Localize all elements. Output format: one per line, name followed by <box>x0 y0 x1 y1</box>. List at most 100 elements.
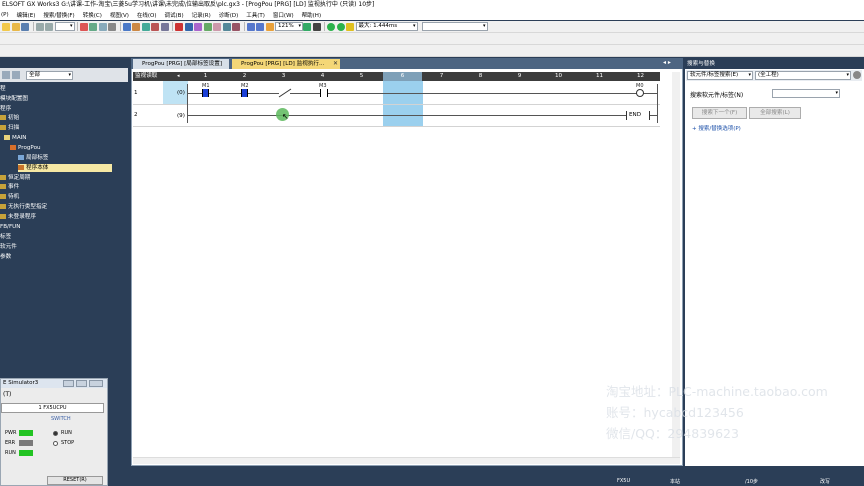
menu-item-diagnose[interactable]: 诊断(D) <box>219 11 239 19</box>
separator <box>32 22 34 31</box>
folder-icon <box>0 125 6 130</box>
contact-m1[interactable] <box>202 89 209 97</box>
search-device-input[interactable] <box>772 89 840 98</box>
menu-item-view[interactable]: 视图(V) <box>110 11 129 19</box>
zoom-select[interactable]: 121% <box>275 22 303 31</box>
paste-icon[interactable] <box>98 22 107 31</box>
menu-item-tools[interactable]: 工具(T) <box>246 11 265 19</box>
device-icon[interactable] <box>194 22 202 31</box>
ladder-column-header: 监视读取 ◂ 1 2 3 4 5 6 7 8 9 10 11 12 <box>133 72 660 81</box>
nav-item-standby[interactable]: 待机 <box>0 193 19 201</box>
save-icon[interactable] <box>21 22 29 31</box>
zoom-out-icon[interactable] <box>256 22 264 31</box>
right-power-rail <box>657 84 658 123</box>
menu-item-window[interactable]: 窗口(W) <box>273 11 294 19</box>
search-all-button[interactable]: 全部搜索(L) <box>749 107 801 119</box>
tree-icon[interactable] <box>12 71 20 79</box>
nav-item-unregistered[interactable]: 未登录程序 <box>0 213 36 221</box>
nav-item-program[interactable]: 程序 <box>0 105 11 113</box>
stop-radio[interactable] <box>53 441 58 446</box>
nav-item-fb-fun[interactable]: FB/FUN <box>0 223 20 231</box>
warning-icon[interactable] <box>346 22 354 31</box>
nav-item-labels[interactable]: 标签 <box>0 233 11 241</box>
close-button[interactable] <box>89 380 103 387</box>
nav-item-module-config[interactable]: 模块配置图 <box>0 95 28 103</box>
nav-item-no-type[interactable]: 无执行类型指定 <box>0 203 47 211</box>
zoom-icon[interactable] <box>265 22 274 31</box>
menu-item-record[interactable]: 记录(R) <box>192 11 211 19</box>
contact-m3[interactable] <box>320 89 328 97</box>
tab-local-labels[interactable]: ProgPou [PRG] [局部标签设置] <box>133 59 229 69</box>
redo-icon[interactable] <box>45 22 53 31</box>
menu-item-edit[interactable]: 编辑(E) <box>17 11 36 19</box>
search-scope-select[interactable]: (全工程) <box>755 71 851 80</box>
menu-item-online[interactable]: 在线(O) <box>137 11 157 19</box>
nav-item-main[interactable]: MAIN <box>4 134 27 142</box>
column-number: 4 <box>320 73 325 79</box>
nav-item-event[interactable]: 事件 <box>0 183 19 191</box>
wire <box>643 93 657 94</box>
tab-scroll-icon[interactable]: ◂ ▸ <box>663 59 671 66</box>
minimize-button[interactable] <box>63 380 74 387</box>
copy-icon[interactable] <box>89 22 97 31</box>
tab-ladder[interactable]: ProgPou [PRG] [LD] 监视执行... <box>232 59 340 69</box>
ok-icon[interactable] <box>327 22 335 31</box>
monitor-start-icon[interactable] <box>151 22 159 31</box>
pointer-icon: ↖ <box>282 112 289 121</box>
cut-icon[interactable] <box>79 22 88 31</box>
run-icon[interactable] <box>303 22 311 31</box>
nav-item[interactable]: 程 <box>0 85 6 93</box>
scan-play-icon[interactable] <box>312 22 321 31</box>
open-icon[interactable] <box>11 22 20 31</box>
undo-icon[interactable] <box>35 22 44 31</box>
simulator-menu[interactable]: (T) <box>3 391 11 398</box>
search-options-link[interactable]: + 搜索/替换选项(P) <box>692 124 741 132</box>
nav-item-initial[interactable]: 初始 <box>0 114 19 122</box>
delete-icon[interactable] <box>108 22 116 31</box>
nav-item-parameters[interactable]: 参数 <box>0 253 11 261</box>
nav-filter-select[interactable]: 全部 <box>26 71 73 80</box>
monitor-stop-icon[interactable] <box>160 22 169 31</box>
target-combo[interactable] <box>54 22 75 31</box>
watermark-shop: 淘宝地址：PLC-machine.taobao.com <box>606 384 828 399</box>
zoom-in-icon[interactable] <box>246 22 255 31</box>
menu-item-search[interactable]: 搜索/替换(F) <box>43 11 74 19</box>
write-plc-icon[interactable] <box>132 22 140 31</box>
step-icon[interactable] <box>184 22 193 31</box>
read-plc-icon[interactable] <box>122 22 131 31</box>
search-next-button[interactable]: 搜索下一个(F) <box>692 107 747 119</box>
nav-item-program-body[interactable]: 程序本体 <box>18 164 112 172</box>
reset-button[interactable]: RESET(R) <box>47 476 103 485</box>
search-mode-select[interactable]: 软元件/标签搜索(E) <box>687 71 753 80</box>
label-icon[interactable] <box>203 22 212 31</box>
collapse-icon[interactable]: ◂ <box>177 72 180 81</box>
close-tab-icon[interactable]: ✕ <box>333 60 338 67</box>
check-icon[interactable] <box>336 22 345 31</box>
nav-item-scan[interactable]: 扫描 <box>0 124 19 132</box>
breakpoint-icon[interactable] <box>175 22 183 31</box>
menu-item-help[interactable]: 帮助(H) <box>302 11 321 19</box>
cross-ref-icon[interactable] <box>222 22 231 31</box>
run-radio[interactable] <box>53 431 58 436</box>
contact-m2[interactable] <box>241 89 248 97</box>
horizontal-scrollbar[interactable] <box>133 457 680 464</box>
nav-item-fixed-cycle[interactable]: 恒定周期 <box>0 174 30 182</box>
menu-item-debug[interactable]: 调试(B) <box>165 11 184 19</box>
nav-item-local-labels[interactable]: 局部标签 <box>18 154 48 162</box>
settings-icon[interactable] <box>853 71 861 79</box>
search-combo[interactable] <box>421 22 488 31</box>
maximize-button[interactable] <box>76 380 87 387</box>
nav-item-devices[interactable]: 软元件 <box>0 243 17 251</box>
verify-icon[interactable] <box>141 22 150 31</box>
end-instruction[interactable]: END <box>626 111 650 120</box>
menu-item[interactable]: (P) <box>1 12 9 18</box>
nav-item-progpou[interactable]: ProgPou <box>10 144 41 152</box>
invert-contact[interactable] <box>278 88 292 98</box>
toolbar-row-2 <box>0 33 864 45</box>
coil-m0[interactable] <box>636 89 644 97</box>
new-icon[interactable] <box>2 22 10 31</box>
menu-item-convert[interactable]: 转换(C) <box>83 11 102 19</box>
list-icon[interactable] <box>232 22 240 31</box>
comment-icon[interactable] <box>213 22 221 31</box>
filter-icon[interactable] <box>2 71 10 79</box>
